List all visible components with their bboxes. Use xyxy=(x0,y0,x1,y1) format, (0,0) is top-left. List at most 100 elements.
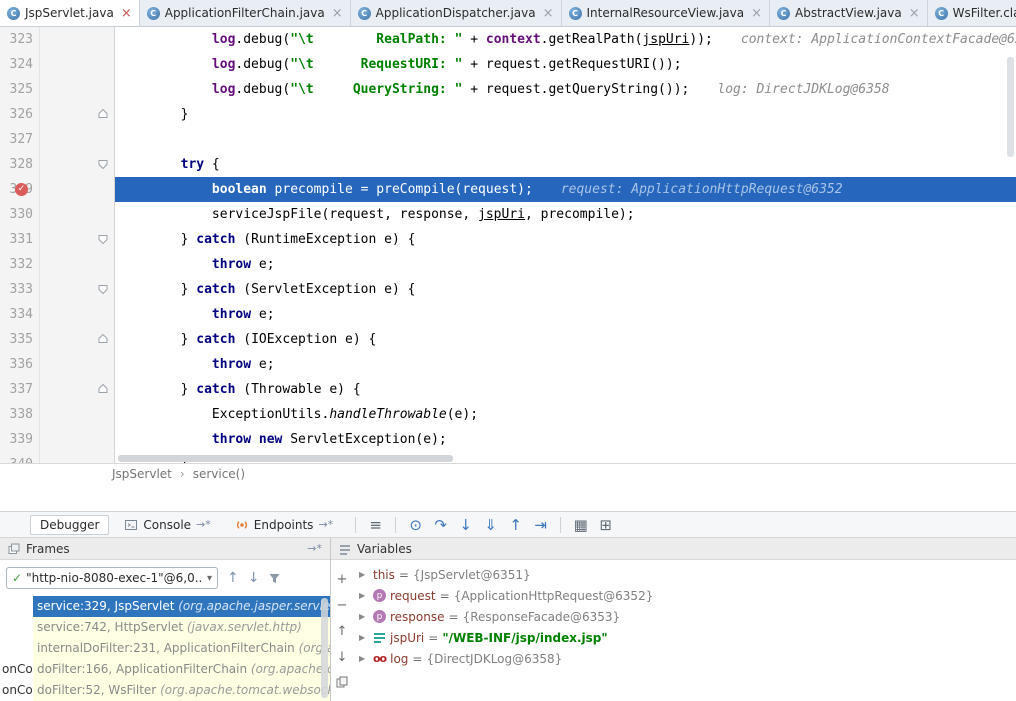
editor-gutter-cell[interactable]: 340 xyxy=(0,452,115,463)
expand-arrow-icon[interactable]: ▶ xyxy=(359,591,369,600)
code-text[interactable]: throw new ServletException(e); xyxy=(115,427,1016,452)
code-text[interactable]: throw e; xyxy=(115,252,1016,277)
code-line[interactable]: 328 try { xyxy=(0,152,1016,177)
code-line[interactable]: 327 xyxy=(0,127,1016,152)
code-text[interactable]: serviceJspFile(request, response, jspUri… xyxy=(115,202,1016,227)
editor-gutter-cell[interactable]: 333 xyxy=(0,277,115,302)
code-line[interactable]: 329✓ boolean precompile = preCompile(req… xyxy=(0,177,1016,202)
code-line[interactable]: 324 log.debug("\t RequestURI: " + reques… xyxy=(0,52,1016,77)
editor-horizontal-scrollbar[interactable] xyxy=(118,455,453,462)
run-to-cursor-icon[interactable]: ⇥ xyxy=(528,516,553,534)
fold-marker-icon[interactable] xyxy=(98,159,108,169)
code-text[interactable]: } catch (IOException e) { xyxy=(115,327,1016,352)
variable-row[interactable]: ▶presponse = {ResponseFacade@6353} xyxy=(353,606,1016,627)
stack-frame-row[interactable]: service:329, JspServlet (org.apache.jasp… xyxy=(33,596,330,617)
editor-gutter-cell[interactable]: 326 xyxy=(0,102,115,127)
code-text[interactable]: log.debug("\t RequestURI: " + request.ge… xyxy=(115,52,1016,77)
breadcrumb-item-class[interactable]: JspServlet xyxy=(112,467,172,481)
variable-row[interactable]: ▶jspUri = "/WEB-INF/jsp/index.jsp" xyxy=(353,627,1016,648)
frames-scrollbar[interactable] xyxy=(321,598,328,698)
tab-jump-icon[interactable]: →* xyxy=(196,518,211,531)
stack-frame-row[interactable]: internalDoFilter:231, ApplicationFilterC… xyxy=(33,638,330,659)
editor-gutter-cell[interactable]: 325 xyxy=(0,77,115,102)
fold-marker-icon[interactable] xyxy=(98,234,108,244)
code-line[interactable]: 334 throw e; xyxy=(0,302,1016,327)
editor-gutter-cell[interactable]: 329✓ xyxy=(0,177,115,202)
code-line[interactable]: 335 } catch (IOException e) { xyxy=(0,327,1016,352)
editor-gutter-cell[interactable]: 335 xyxy=(0,327,115,352)
variable-row[interactable]: ▶this = {JspServlet@6351} xyxy=(353,564,1016,585)
code-line[interactable]: 326 } xyxy=(0,102,1016,127)
editor-gutter-cell[interactable]: 324 xyxy=(0,52,115,77)
file-tab[interactable]: CWsFilter.class× xyxy=(928,0,1016,26)
close-tab-icon[interactable]: × xyxy=(751,6,762,21)
next-frame-icon[interactable]: ↓ xyxy=(248,570,260,586)
editor-gutter-cell[interactable]: 337 xyxy=(0,377,115,402)
expand-arrow-icon[interactable]: ▶ xyxy=(359,633,369,642)
code-text[interactable]: } catch (Throwable e) { xyxy=(115,377,1016,402)
file-tab[interactable]: CApplicationFilterChain.java× xyxy=(140,0,351,26)
breadcrumb-item-method[interactable]: service() xyxy=(193,467,245,481)
fold-marker-icon[interactable] xyxy=(98,334,108,344)
code-text[interactable]: } catch (ServletException e) { xyxy=(115,277,1016,302)
close-tab-icon[interactable]: × xyxy=(543,6,554,21)
step-out-icon[interactable]: ↑ xyxy=(503,516,528,534)
pin-icon[interactable]: →* xyxy=(307,542,322,555)
expand-arrow-icon[interactable]: ▶ xyxy=(359,570,369,579)
code-line[interactable]: 339 throw new ServletException(e); xyxy=(0,427,1016,452)
fold-marker-icon[interactable] xyxy=(98,109,108,119)
code-text[interactable]: log.debug("\t RealPath: " + context.getR… xyxy=(115,27,1016,52)
variable-row[interactable]: ▶prequest = {ApplicationHttpRequest@6352… xyxy=(353,585,1016,606)
code-line[interactable]: 325 log.debug("\t QueryString: " + reque… xyxy=(0,77,1016,102)
code-text[interactable]: throw e; xyxy=(115,352,1016,377)
add-watch-icon[interactable]: + xyxy=(337,572,348,587)
view-grid-icon[interactable]: ▦ xyxy=(568,516,593,534)
layout-settings-icon[interactable]: ⊞ xyxy=(593,516,618,534)
stack-frame-row[interactable]: service:742, HttpServlet (javax.servlet.… xyxy=(33,617,330,638)
close-tab-icon[interactable]: × xyxy=(121,6,132,21)
step-over-icon[interactable]: ↷ xyxy=(428,516,453,534)
file-tab[interactable]: CAbstractView.java× xyxy=(770,0,928,26)
editor-gutter-cell[interactable]: 332 xyxy=(0,252,115,277)
editor-toolwindow-splitter[interactable] xyxy=(0,484,1016,511)
move-watch-down-icon[interactable]: ↓ xyxy=(337,650,348,665)
file-tab[interactable]: CJspServlet.java× xyxy=(0,0,140,26)
stack-frame-row[interactable]: doFilter:166, ApplicationFilterChain (or… xyxy=(33,659,330,680)
duplicate-watch-icon[interactable] xyxy=(336,676,348,688)
debug-tab-console[interactable]: Console→* xyxy=(115,516,219,534)
tab-jump-icon[interactable]: →* xyxy=(318,518,333,531)
fold-marker-icon[interactable] xyxy=(98,384,108,394)
editor-gutter-cell[interactable]: 330 xyxy=(0,202,115,227)
code-line[interactable]: 332 throw e; xyxy=(0,252,1016,277)
close-tab-icon[interactable]: × xyxy=(909,6,920,21)
code-text[interactable]: ExceptionUtils.handleThrowable(e); xyxy=(115,402,1016,427)
code-text[interactable] xyxy=(115,127,1016,152)
editor-gutter-cell[interactable]: 338 xyxy=(0,402,115,427)
code-line[interactable]: 323 log.debug("\t RealPath: " + context.… xyxy=(0,27,1016,52)
editor-gutter-cell[interactable]: 328 xyxy=(0,152,115,177)
editor-gutter-cell[interactable]: 339 xyxy=(0,427,115,452)
close-tab-icon[interactable]: × xyxy=(332,6,343,21)
editor-vertical-scrollbar[interactable] xyxy=(1007,57,1014,157)
editor-gutter-cell[interactable]: 331 xyxy=(0,227,115,252)
editor-gutter-cell[interactable]: 323 xyxy=(0,27,115,52)
code-text[interactable]: } xyxy=(115,102,1016,127)
remove-watch-icon[interactable]: − xyxy=(337,598,348,613)
expand-arrow-icon[interactable]: ▶ xyxy=(359,654,369,663)
settings-menu-icon[interactable]: ≡ xyxy=(363,516,388,534)
breakpoint-icon[interactable]: ✓ xyxy=(15,183,28,196)
show-execution-point-icon[interactable]: ⊙ xyxy=(403,516,428,534)
debug-tab-debugger[interactable]: Debugger xyxy=(30,515,109,535)
code-line[interactable]: 336 throw e; xyxy=(0,352,1016,377)
code-text[interactable]: boolean precompile = preCompile(request)… xyxy=(115,177,1016,202)
thread-selector[interactable]: ✓ "http-nio-8080-exec-1"@6,0... ▾ xyxy=(6,567,218,589)
file-tab[interactable]: CApplicationDispatcher.java× xyxy=(351,0,562,26)
force-step-into-icon[interactable]: ⇓ xyxy=(478,516,503,534)
code-text[interactable]: } catch (RuntimeException e) { xyxy=(115,227,1016,252)
editor-gutter-cell[interactable]: 334 xyxy=(0,302,115,327)
filter-frames-icon[interactable] xyxy=(268,572,281,585)
code-text[interactable]: try { xyxy=(115,152,1016,177)
debug-tab-endpoints[interactable]: Endpoints→* xyxy=(226,516,342,534)
file-tab[interactable]: CInternalResourceView.java× xyxy=(562,0,771,26)
code-line[interactable]: 330 serviceJspFile(request, response, js… xyxy=(0,202,1016,227)
